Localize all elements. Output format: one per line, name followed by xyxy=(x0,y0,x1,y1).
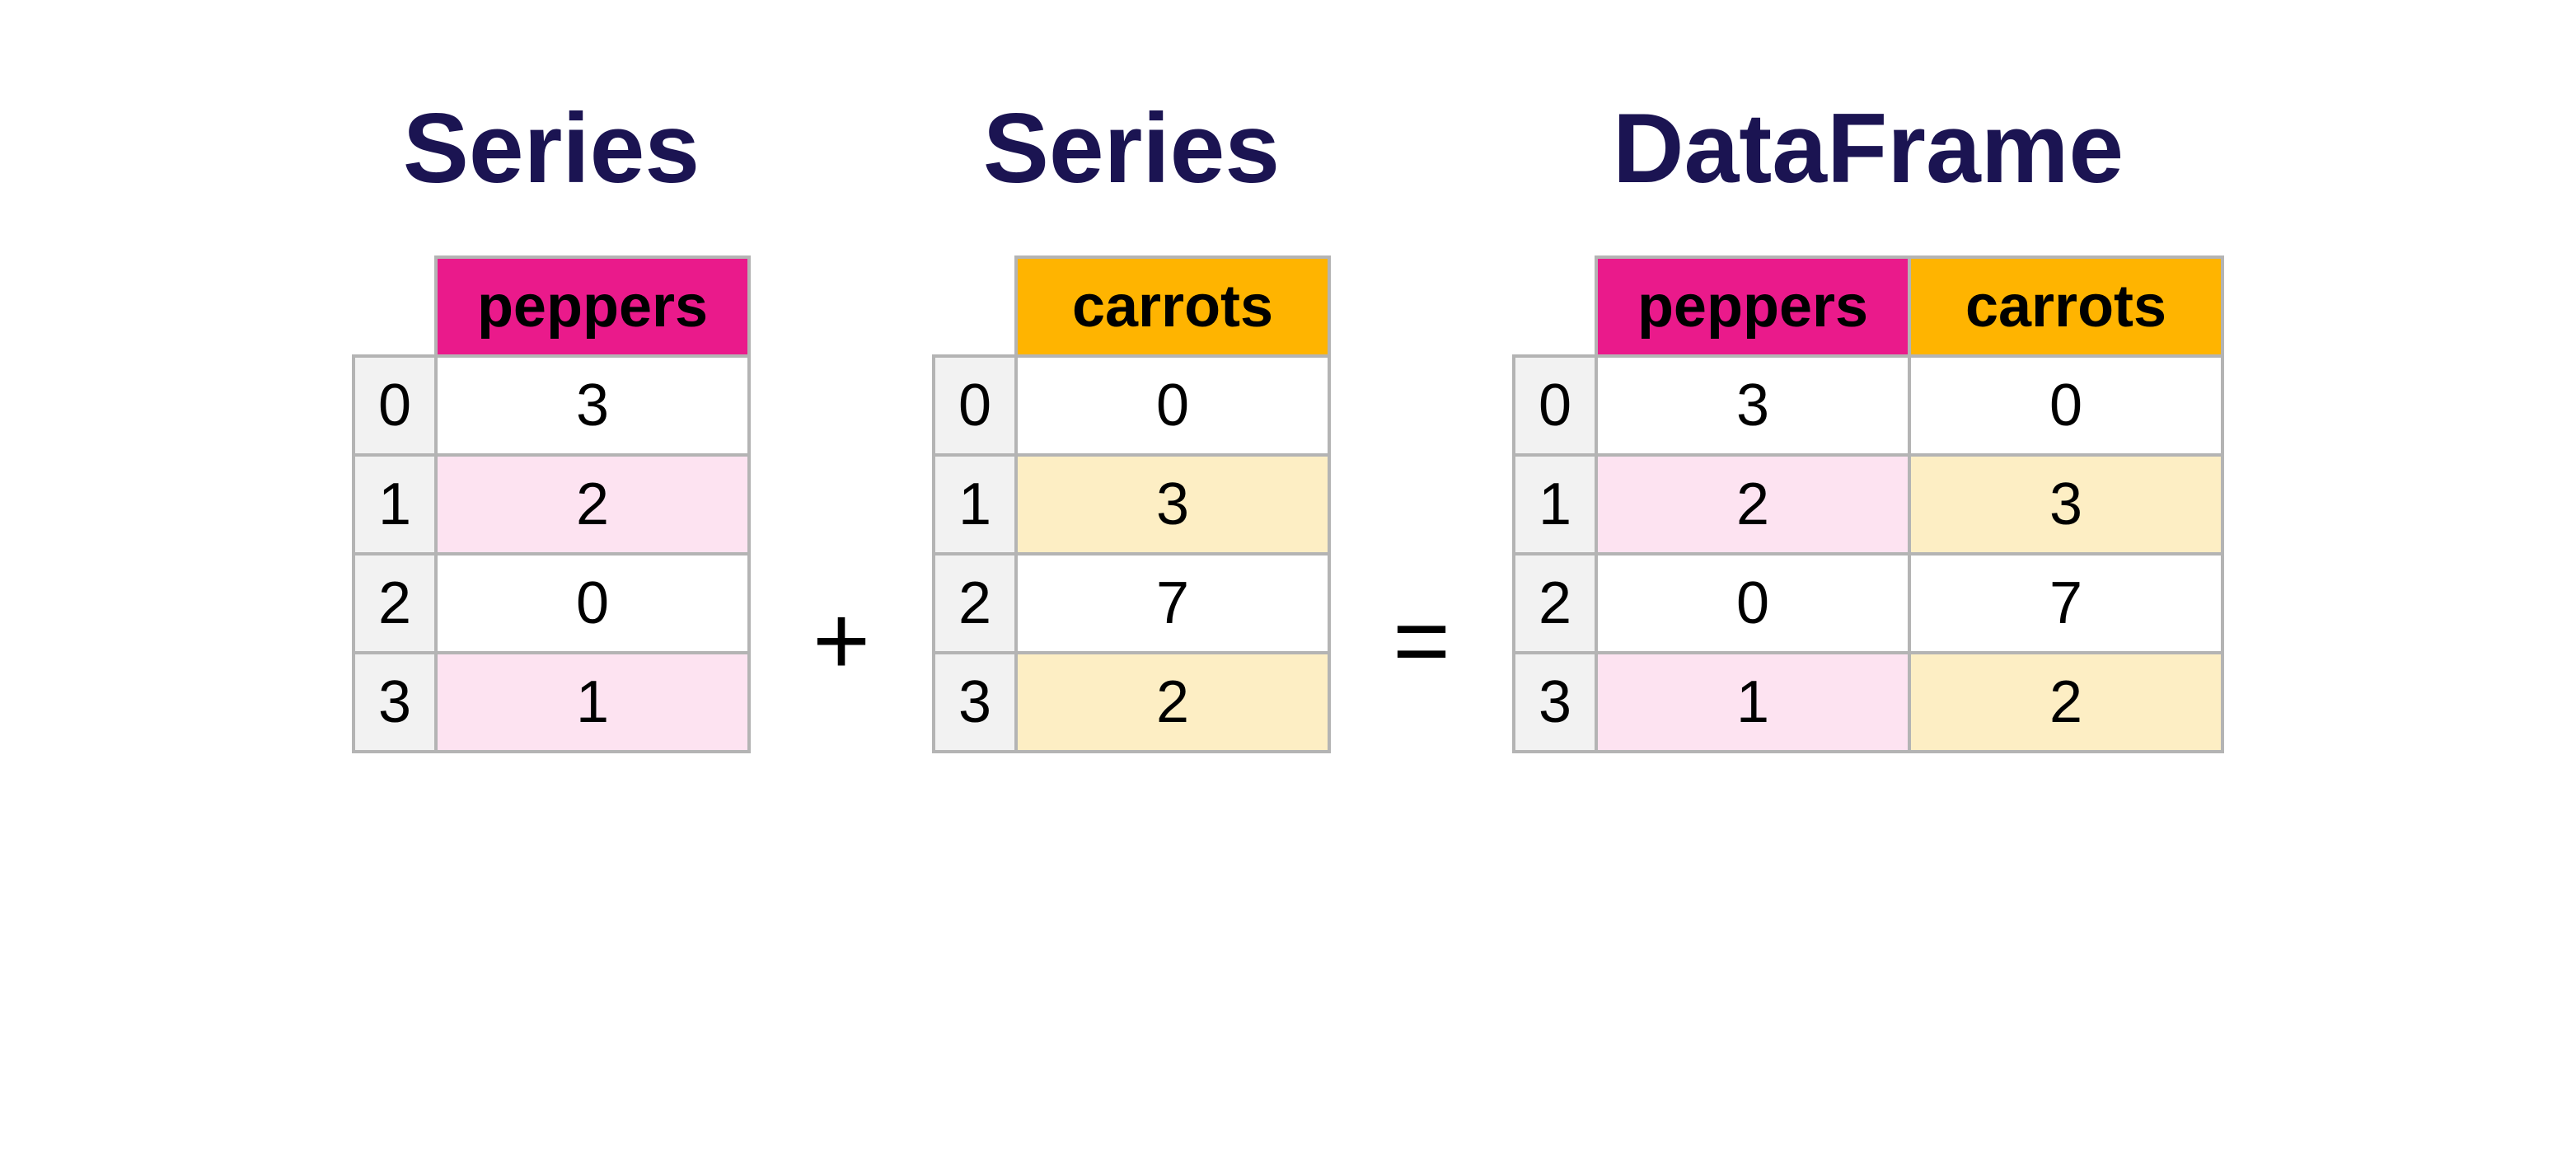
column-header-carrots: carrots xyxy=(1016,257,1329,356)
corner-blank xyxy=(934,257,1016,356)
cell-value: 3 xyxy=(1596,356,1909,455)
cell-value: 1 xyxy=(436,653,749,752)
row-index: 0 xyxy=(1514,356,1596,455)
dataframe-table: peppers carrots 0 3 0 1 2 3 2 0 7 xyxy=(1512,255,2224,753)
title-series-2: Series xyxy=(983,99,1280,198)
row-index: 1 xyxy=(934,455,1016,554)
cell-value: 7 xyxy=(1016,554,1329,653)
series-carrots-table: carrots 0 0 1 3 2 7 3 2 xyxy=(932,255,1331,753)
cell-value: 0 xyxy=(1596,554,1909,653)
series-peppers-table: peppers 0 3 1 2 2 0 3 1 xyxy=(352,255,751,753)
cell-value: 1 xyxy=(1596,653,1909,752)
cell-value: 3 xyxy=(1909,455,2222,554)
cell-value: 7 xyxy=(1909,554,2222,653)
row-index: 0 xyxy=(354,356,436,455)
cell-value: 0 xyxy=(1016,356,1329,455)
row-index: 2 xyxy=(934,554,1016,653)
row-index: 2 xyxy=(354,554,436,653)
corner-blank xyxy=(354,257,436,356)
row-index: 1 xyxy=(354,455,436,554)
title-series-1: Series xyxy=(403,99,700,198)
dataframe-block: DataFrame peppers carrots 0 3 0 1 2 3 xyxy=(1512,99,2224,753)
series-peppers-block: Series peppers 0 3 1 2 2 0 xyxy=(352,99,751,753)
series-carrots-block: Series carrots 0 0 1 3 2 7 xyxy=(932,99,1331,753)
operator-equals: = xyxy=(1380,584,1463,697)
cell-value: 0 xyxy=(1909,356,2222,455)
cell-value: 2 xyxy=(1909,653,2222,752)
row-index: 3 xyxy=(934,653,1016,752)
column-header-peppers: peppers xyxy=(1596,257,1909,356)
title-dataframe: DataFrame xyxy=(1613,99,2124,198)
row-index: 3 xyxy=(1514,653,1596,752)
cell-value: 3 xyxy=(436,356,749,455)
cell-value: 2 xyxy=(436,455,749,554)
cell-value: 2 xyxy=(1596,455,1909,554)
row-index: 2 xyxy=(1514,554,1596,653)
row-index: 3 xyxy=(354,653,436,752)
column-header-carrots: carrots xyxy=(1909,257,2222,356)
corner-blank xyxy=(1514,257,1596,356)
cell-value: 2 xyxy=(1016,653,1329,752)
row-index: 1 xyxy=(1514,455,1596,554)
cell-value: 0 xyxy=(436,554,749,653)
operator-plus: + xyxy=(800,584,883,697)
cell-value: 3 xyxy=(1016,455,1329,554)
column-header-peppers: peppers xyxy=(436,257,749,356)
diagram-canvas: Series peppers 0 3 1 2 2 0 xyxy=(0,0,2576,1172)
row-index: 0 xyxy=(934,356,1016,455)
diagram-row: Series peppers 0 3 1 2 2 0 xyxy=(0,99,2576,753)
